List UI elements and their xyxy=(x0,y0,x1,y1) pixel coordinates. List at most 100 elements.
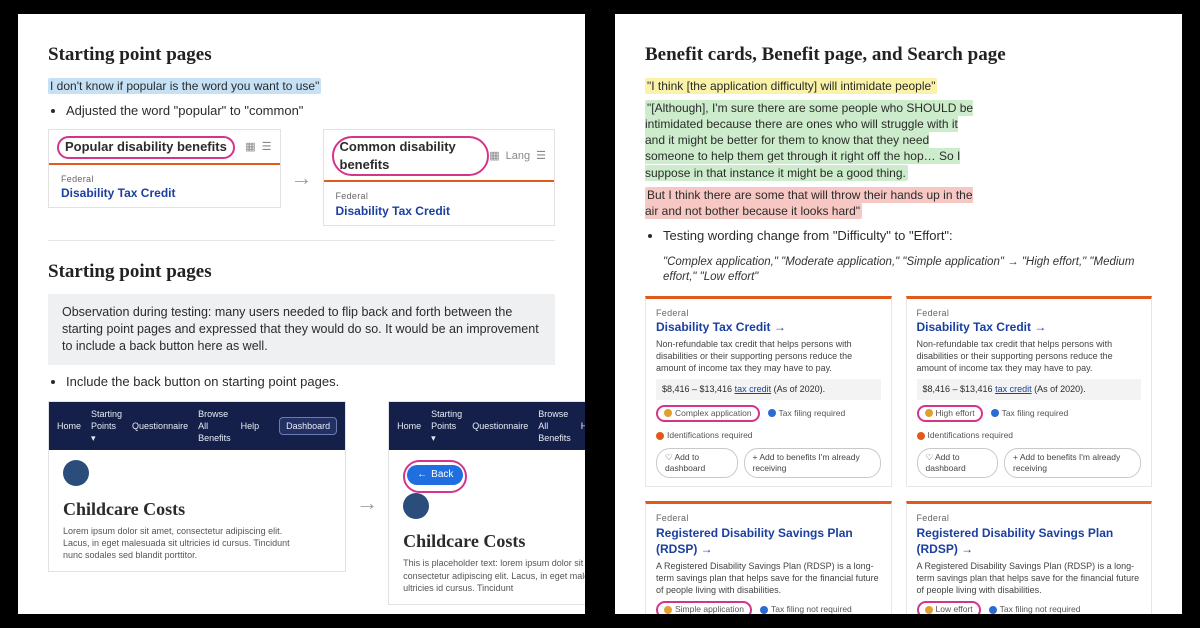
list-icon[interactable]: ☰ xyxy=(536,149,546,164)
benefit-title: Disability Tax Credit xyxy=(336,203,543,219)
change-item: Adjusted the word "popular" to "common" xyxy=(66,102,555,120)
federal-label: Federal xyxy=(656,512,881,524)
user-quote: "I think [the application difficulty] wi… xyxy=(645,78,975,94)
two-page-spread: Starting point pages I don't know if pop… xyxy=(0,0,1200,628)
page-intro: This is placeholder text: lorem ipsum do… xyxy=(403,557,585,593)
benefit-description: A Registered Disability Savings Plan (RD… xyxy=(917,560,1142,596)
before-after-pair: Popular disability benefits ▦ ☰ Federal … xyxy=(48,129,555,225)
benefit-title: Disability Tax Credit xyxy=(61,185,268,201)
effort-chip: Low effort xyxy=(917,601,981,614)
nav-starting-points[interactable]: Starting Points ▾ xyxy=(431,408,462,444)
nav-dashboard[interactable]: Dashboard xyxy=(279,417,337,435)
mapping-text: "Complex application," "Moderate applica… xyxy=(663,255,1152,286)
change-item: Include the back button on starting poin… xyxy=(66,373,555,391)
frame-before: Home Starting Points ▾ Questionnaire Bro… xyxy=(48,401,346,573)
tag-id-required: Identifications required xyxy=(917,430,1014,441)
tax-credit-link[interactable]: tax credit xyxy=(735,384,772,394)
grid-icon[interactable]: ▦ xyxy=(489,149,499,164)
user-quote: I don't know if popular is the word you … xyxy=(48,78,378,94)
nav-questionnaire[interactable]: Questionnaire xyxy=(132,420,188,432)
benefit-description: Non-refundable tax credit that helps per… xyxy=(917,338,1142,374)
back-button[interactable]: ← Back xyxy=(407,465,463,485)
change-list: Include the back button on starting poin… xyxy=(48,373,555,391)
nav-browse[interactable]: Browse All Benefits xyxy=(538,408,571,444)
before-after-pair: Home Starting Points ▾ Questionnaire Bro… xyxy=(48,401,555,605)
nav-browse[interactable]: Browse All Benefits xyxy=(198,408,231,444)
federal-label: Federal xyxy=(336,190,543,202)
benefit-amount: $8,416 – $13,416 tax credit (As of 2020)… xyxy=(917,379,1142,399)
effort-chip: High effort xyxy=(917,405,983,422)
add-to-dashboard-button[interactable]: ♡ Add to dashboard xyxy=(656,448,738,479)
tag-tax-filing: Tax filing required xyxy=(991,408,1069,419)
nav-questionnaire[interactable]: Questionnaire xyxy=(472,420,528,432)
tax-credit-link[interactable]: tax credit xyxy=(995,384,1032,394)
add-to-dashboard-button[interactable]: ♡ Add to dashboard xyxy=(917,448,999,479)
change-list: Testing wording change from "Difficulty"… xyxy=(645,227,1152,245)
app-navbar: Home Starting Points ▾ Questionnaire Bro… xyxy=(49,402,345,450)
nav-help[interactable]: Help xyxy=(241,420,260,432)
topic-avatar-icon xyxy=(63,460,89,486)
frame-after: Home Starting Points ▾ Questionnaire Bro… xyxy=(388,401,585,605)
benefit-title[interactable]: Disability Tax Credit → xyxy=(917,319,1142,335)
view-icons: ▦ ☰ xyxy=(245,140,271,155)
tag-tax-filing: Tax filing required xyxy=(768,408,846,419)
observation-block: Observation during testing: many users n… xyxy=(48,294,555,365)
arrow-icon: → xyxy=(291,163,313,193)
add-to-receiving-button[interactable]: + Add to benefits I'm already receiving xyxy=(1004,448,1141,479)
nav-home[interactable]: Home xyxy=(57,420,81,432)
page-title: Childcare Costs xyxy=(403,529,585,553)
user-quote: "[Although], I'm sure there are some peo… xyxy=(645,100,975,181)
benefit-card: Federal Registered Disability Savings Pl… xyxy=(906,501,1153,614)
user-quote: But I think there are some that will thr… xyxy=(645,187,975,219)
change-list: Adjusted the word "popular" to "common" xyxy=(48,102,555,120)
benefit-description: A Registered Disability Savings Plan (RD… xyxy=(656,560,881,596)
frame-after: Common disability benefits ▦ Lang ☰ Fede… xyxy=(323,129,556,225)
benefit-description: Non-refundable tax credit that helps per… xyxy=(656,338,881,374)
benefit-tags: High effort Tax filing required Identifi… xyxy=(917,405,1142,442)
federal-label: Federal xyxy=(61,173,268,185)
app-navbar: Home Starting Points ▾ Questionnaire Bro… xyxy=(389,402,585,450)
federal-label: Federal xyxy=(917,307,1142,319)
effort-chip: Complex application xyxy=(656,405,760,422)
arrow-left-icon: ← xyxy=(417,468,427,482)
arrow-icon: → xyxy=(356,488,378,518)
page-intro: Lorem ipsum dolor sit amet, consectetur … xyxy=(63,525,303,561)
grid-icon[interactable]: ▦ xyxy=(245,140,255,155)
section-title: Starting point pages xyxy=(48,259,555,285)
benefit-card-grid: Federal Disability Tax Credit → Non-refu… xyxy=(645,296,1152,614)
frame-before: Popular disability benefits ▦ ☰ Federal … xyxy=(48,129,281,208)
lang-label: Lang xyxy=(506,149,530,164)
add-to-receiving-button[interactable]: + Add to benefits I'm already receiving xyxy=(744,448,881,479)
page-title: Childcare Costs xyxy=(63,497,331,521)
benefit-tags: Low effort Tax filing not required Pre-r… xyxy=(917,601,1142,614)
divider xyxy=(48,240,555,241)
nav-starting-points[interactable]: Starting Points ▾ xyxy=(91,408,122,444)
tag-tax-filing: Tax filing not required xyxy=(989,604,1081,614)
benefit-heading-before: Popular disability benefits xyxy=(57,136,235,159)
benefit-tags: Simple application Tax filing not requir… xyxy=(656,601,881,614)
benefit-heading-after: Common disability benefits xyxy=(332,136,490,176)
page-right: Benefit cards, Benefit page, and Search … xyxy=(615,14,1182,614)
list-icon[interactable]: ☰ xyxy=(262,140,272,155)
federal-label: Federal xyxy=(656,307,881,319)
tag-id-required: Identifications required xyxy=(656,430,753,441)
benefit-tags: Complex application Tax filing required … xyxy=(656,405,881,442)
federal-label: Federal xyxy=(917,512,1142,524)
page-left: Starting point pages I don't know if pop… xyxy=(18,14,585,614)
benefit-card: Federal Disability Tax Credit → Non-refu… xyxy=(906,296,1153,488)
benefit-title[interactable]: Registered Disability Savings Plan (RDSP… xyxy=(656,525,881,557)
nav-home[interactable]: Home xyxy=(397,420,421,432)
tag-tax-filing: Tax filing not required xyxy=(760,604,852,614)
nav-help[interactable]: Help xyxy=(581,420,585,432)
view-icons: ▦ Lang ☰ xyxy=(489,149,546,164)
benefit-title[interactable]: Registered Disability Savings Plan (RDSP… xyxy=(917,525,1142,557)
change-item: Testing wording change from "Difficulty"… xyxy=(663,227,1152,245)
benefit-card: Federal Registered Disability Savings Pl… xyxy=(645,501,892,614)
topic-avatar-icon xyxy=(403,493,429,519)
effort-chip: Simple application xyxy=(656,601,752,614)
benefit-title[interactable]: Disability Tax Credit → xyxy=(656,319,881,335)
section-title: Starting point pages xyxy=(48,42,555,68)
benefit-card: Federal Disability Tax Credit → Non-refu… xyxy=(645,296,892,488)
section-title: Benefit cards, Benefit page, and Search … xyxy=(645,42,1152,68)
benefit-amount: $8,416 – $13,416 tax credit (As of 2020)… xyxy=(656,379,881,399)
